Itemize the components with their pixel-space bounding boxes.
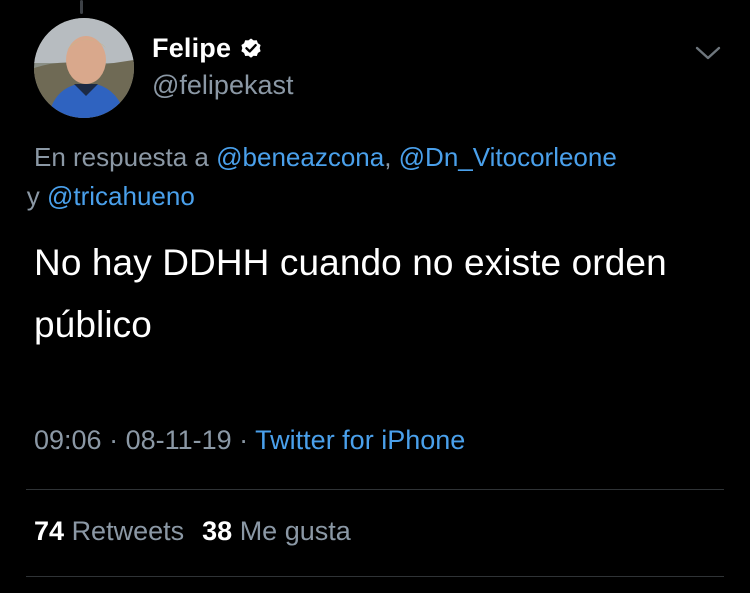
- meta-separator: ·: [101, 425, 126, 455]
- avatar[interactable]: [34, 18, 134, 118]
- tweet-metadata: 09:06 · 08-11-19 · Twitter for iPhone: [34, 425, 465, 456]
- verified-badge-icon: [239, 37, 263, 61]
- tweet-text: No hay DDHH cuando no existe orden públi…: [34, 242, 667, 345]
- mention-link[interactable]: @tricahueno: [47, 181, 195, 211]
- tweet-date: 08-11-19: [125, 425, 232, 455]
- meta-separator: ·: [231, 425, 256, 455]
- author-name-row[interactable]: Felipe: [152, 33, 263, 64]
- profile-photo-icon: [34, 18, 134, 118]
- reply-conjunction: y: [26, 181, 47, 211]
- tweet-source-link[interactable]: Twitter for iPhone: [255, 425, 465, 455]
- mention-link[interactable]: @Dn_Vitocorleone: [399, 142, 617, 172]
- mention-link[interactable]: @beneazcona: [216, 142, 384, 172]
- author-handle[interactable]: @felipekast: [152, 70, 293, 101]
- reply-prefix: En respuesta a: [34, 142, 217, 172]
- engagement-stats: 74 Retweets 38 Me gusta: [34, 516, 351, 547]
- retweets-count: 74: [34, 516, 65, 546]
- chevron-down-icon[interactable]: [693, 40, 723, 66]
- retweets-stat[interactable]: 74 Retweets: [34, 516, 184, 547]
- likes-count: 38: [202, 516, 233, 546]
- thread-connector-line: [80, 0, 83, 14]
- divider: [26, 576, 724, 577]
- likes-label: Me gusta: [239, 516, 351, 546]
- likes-stat[interactable]: 38 Me gusta: [202, 516, 351, 547]
- retweets-label: Retweets: [71, 516, 185, 546]
- reply-context: En respuesta a @beneazcona, @Dn_Vitocorl…: [27, 138, 724, 216]
- divider: [26, 489, 724, 490]
- author-display-name[interactable]: Felipe: [152, 33, 231, 64]
- tweet-time: 09:06: [34, 425, 102, 455]
- reply-separator: ,: [384, 142, 399, 172]
